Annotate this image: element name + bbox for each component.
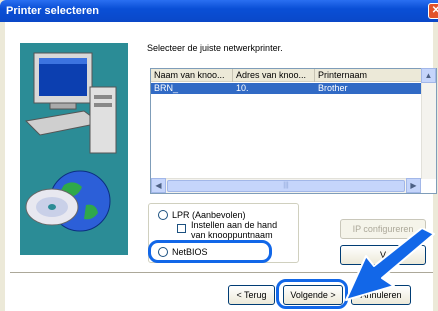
scroll-left-icon[interactable]: ◀ <box>151 178 166 193</box>
manual-node-label: Instellen aan de hand van knooppuntnaam <box>191 220 278 240</box>
row-node-address: 10. <box>236 83 249 93</box>
instruction-text: Selecteer de juiste netwerkprinter. <box>147 43 283 53</box>
table-row[interactable]: BRN_ 10. Brother <box>151 83 421 94</box>
row-printer-name: Brother <box>318 83 348 93</box>
printer-list[interactable]: Naam van knoo... Adres van knoo... Print… <box>150 68 437 194</box>
column-header-printer-name[interactable]: Printernaam <box>315 69 421 82</box>
next-highlight <box>276 279 348 309</box>
netbios-highlight <box>148 240 272 263</box>
list-header: Naam van knoo... Adres van knoo... Print… <box>151 69 421 82</box>
column-header-node-address[interactable]: Adres van knoo... <box>233 69 315 82</box>
column-header-node-name[interactable]: Naam van knoo... <box>151 69 233 82</box>
wizard-illustration <box>20 43 128 255</box>
back-button[interactable]: < Terug <box>228 285 275 305</box>
scroll-right-icon[interactable]: ▶ <box>406 178 421 193</box>
title-bar: Printer selecteren ✕ <box>0 0 438 22</box>
scroll-up-icon[interactable]: ▲ <box>421 68 436 83</box>
manual-node-checkbox[interactable] <box>177 224 186 233</box>
dialog-window: Printer selecteren ✕ Selecteer de juiste… <box>0 0 438 311</box>
window-title: Printer selecteren <box>6 5 99 17</box>
horizontal-scrollbar[interactable]: ◀ ||| ▶ <box>151 178 421 193</box>
close-button[interactable]: ✕ <box>428 3 438 19</box>
scroll-thumb[interactable]: ||| <box>167 180 405 192</box>
cd-icon <box>25 188 79 226</box>
lpr-radio[interactable] <box>158 210 168 220</box>
vertical-scrollbar[interactable]: ▲ <box>421 68 436 179</box>
lpr-label: LPR (Aanbevolen) <box>172 210 246 220</box>
pointer-arrow-icon <box>345 228 435 301</box>
row-node-name: BRN_ <box>154 83 179 93</box>
